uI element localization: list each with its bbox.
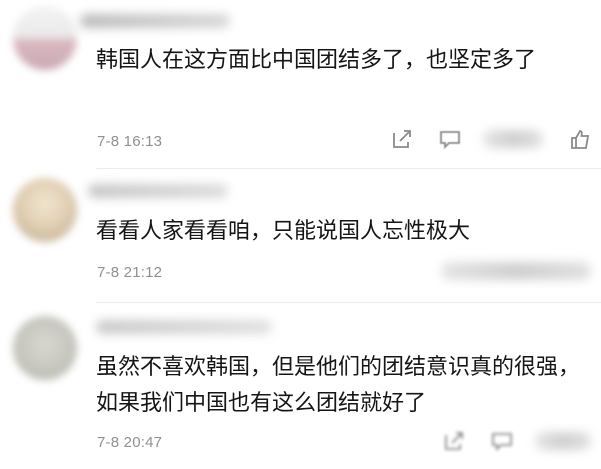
comment-icon[interactable] (491, 430, 513, 452)
comment-item: 韩国人在这方面比中国团结多了，也坚定多了 7-8 16:13 (0, 0, 601, 160)
comment-actions (441, 262, 591, 280)
comment-actions (417, 430, 591, 452)
avatar[interactable] (13, 6, 77, 70)
username[interactable] (96, 320, 272, 334)
blurred-actions (483, 130, 543, 148)
comment-actions (365, 128, 591, 150)
username[interactable] (80, 14, 230, 28)
share-icon[interactable] (443, 430, 465, 452)
comment-icon[interactable] (439, 128, 461, 150)
comment-text: 看看人家看看咱，只能说国人忘性极大 (96, 219, 471, 244)
comment-item: 虽然不喜欢韩国，但是他们的团结意识真的很强，如果我们中国也有这么团结就好了 7-… (0, 306, 601, 469)
comment-text: 韩国人在这方面比中国团结多了，也坚定多了 (96, 48, 537, 73)
username[interactable] (88, 184, 228, 198)
comment-item: 看看人家看看咱，只能说国人忘性极大 7-8 21:12 (0, 172, 601, 300)
share-icon[interactable] (391, 128, 413, 150)
like-icon[interactable] (569, 128, 591, 150)
comment-time: 7-8 16:13 (97, 133, 163, 150)
divider (96, 168, 601, 169)
divider (96, 302, 601, 303)
comment-time: 7-8 21:12 (97, 264, 163, 281)
blurred-actions (441, 262, 591, 280)
avatar[interactable] (13, 178, 77, 242)
avatar[interactable] (13, 316, 77, 380)
blurred-actions (535, 432, 591, 450)
comment-time: 7-8 20:47 (97, 434, 163, 451)
comment-text: 虽然不喜欢韩国，但是他们的团结意识真的很强，如果我们中国也有这么团结就好了 (96, 355, 581, 416)
